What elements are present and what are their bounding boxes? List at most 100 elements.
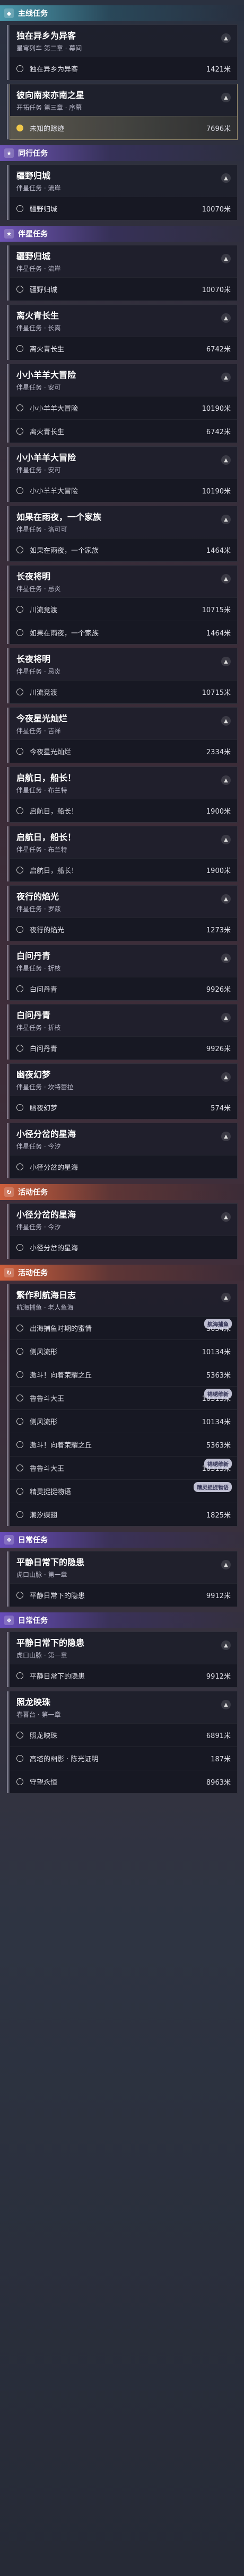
quest-card[interactable]: 小小羊羊大冒险 伴星任务 · 安可 ▲ 小小羊羊大冒险 10190米 离火青长生 6742米 [7,364,238,443]
track-circle-icon[interactable] [16,1592,23,1599]
chevron-up-icon[interactable]: ▲ [221,775,231,785]
quest-step-row[interactable]: 平静日常下的隐患 9912米 [10,1664,237,1687]
quest-card-header[interactable]: 如果在雨夜，一个家族 伴星任务 · 洛可可 ▲ [10,506,237,538]
quest-card[interactable]: 彼向南来亦南之星 开拓任务 第三章 · 序幕 ▲ 未知的踪迹 7696米 [7,84,238,140]
section-header[interactable]: ❖ 日常任务 [0,1532,244,1548]
track-circle-icon[interactable] [16,926,23,933]
quest-card[interactable]: 长夜将明 伴星任务 · 忌炎 ▲ 川流竞渡 10715米 如果在雨夜，一个家族 1464米 [7,565,238,645]
quest-card-header[interactable]: 幽夜幻梦 伴星任务 · 坎特蕾拉 ▲ [10,1064,237,1096]
quest-card-header[interactable]: 小小羊羊大冒险 伴星任务 · 安可 ▲ [10,447,237,479]
quest-card[interactable]: 幽夜幻梦 伴星任务 · 坎特蕾拉 ▲ 幽夜幻梦 574米 [7,1063,238,1119]
track-circle-icon[interactable] [16,807,23,814]
quest-card[interactable]: 长夜将明 伴星任务 · 忌炎 ▲ 川流竞渡 10715米 [7,648,238,704]
track-circle-icon[interactable] [16,748,23,755]
track-circle-icon[interactable] [16,65,23,72]
quest-card-header[interactable]: 离火青长生 伴星任务 · 长离 ▲ [10,305,237,337]
track-circle-icon[interactable] [16,1465,23,1471]
quest-step-row[interactable]: 出海捕鱼时期的蜜情 3054米 航海捕鱼 [10,1316,237,1339]
chevron-up-icon[interactable]: ▲ [221,373,231,382]
chevron-up-icon[interactable]: ▲ [221,313,231,323]
track-circle-icon[interactable] [16,1325,23,1331]
quest-card-header[interactable]: 疆野归城 伴星任务 · 流岸 ▲ [10,165,237,197]
quest-step-row[interactable]: 潮汐蝶翅 1825米 [10,1503,237,1526]
quest-step-row[interactable]: 侧风流形 10134米 [10,1409,237,1433]
track-circle-icon[interactable] [16,428,23,435]
quest-step-row[interactable]: 照龙映珠 6891米 [10,1723,237,1746]
quest-card[interactable]: 疆野归城 伴星任务 · 流岸 ▲ 疆野归城 10070米 [7,245,238,301]
track-circle-icon[interactable] [16,867,23,874]
quest-step-row[interactable]: 如果在雨夜，一个家族 1464米 [10,538,237,561]
quest-step-row[interactable]: 侧风流形 10134米 [10,1339,237,1363]
track-circle-icon[interactable] [16,345,23,352]
section-header[interactable]: ★ 伴星任务 [0,226,244,242]
chevron-up-icon[interactable]: ▲ [221,254,231,263]
track-circle-icon[interactable] [16,1441,23,1448]
quest-step-row[interactable]: 鲁鲁斗大王 10313米 锦绣维新 [10,1456,237,1479]
track-circle-icon[interactable] [16,606,23,613]
quest-card[interactable]: 启航日，船长！ 伴星任务 · 布兰特 ▲ 启航日，船长！ 1900米 [7,826,238,882]
track-circle-icon[interactable] [16,546,23,553]
task-list-panel[interactable]: ◆ 主线任务 独在异乡为异客 星穹列车 第二章 · 幕间 ▲ 独在异乡为异客 1421米 彼向… [0,0,244,2576]
section-header[interactable]: ↻ 活动任务 [0,1265,244,1281]
quest-step-row[interactable]: 小小羊羊大冒险 10190米 [10,396,237,419]
quest-card[interactable]: 白问丹青 伴星任务 · 折枝 ▲ 白问丹青 9926米 [7,1004,238,1060]
track-circle-icon[interactable] [16,1732,23,1739]
quest-card[interactable]: 小径分岔的星海 伴星任务 · 今汐 ▲ 小径分岔的星海 [7,1123,238,1179]
quest-step-row[interactable]: 川流竞渡 10715米 [10,680,237,703]
quest-step-row[interactable]: 小径分岔的星海 [10,1236,237,1259]
quest-card[interactable]: 启航日，船长！ 伴星任务 · 布兰特 ▲ 启航日，船长！ 1900米 [7,766,238,823]
quest-card-header[interactable]: 小小羊羊大冒险 伴星任务 · 安可 ▲ [10,364,237,396]
quest-card-header[interactable]: 夜行的焰光 伴星任务 · 罗兹 ▲ [10,886,237,918]
chevron-up-icon[interactable]: ▲ [221,1072,231,1082]
quest-card-header[interactable]: 白问丹青 伴星任务 · 折枝 ▲ [10,945,237,977]
quest-card-header[interactable]: 长夜将明 伴星任务 · 忌炎 ▲ [10,648,237,680]
chevron-up-icon[interactable]: ▲ [221,1560,231,1569]
track-circle-icon[interactable] [16,286,23,293]
chevron-up-icon[interactable]: ▲ [221,657,231,666]
quest-step-row[interactable]: 高塔的幽影 · 陈光证明 187米 [10,1746,237,1770]
quest-card-header[interactable]: 小径分岔的星海 伴星任务 · 今汐 ▲ [10,1204,237,1236]
track-circle-icon[interactable] [16,1244,23,1251]
quest-card[interactable]: 白问丹青 伴星任务 · 折枝 ▲ 白问丹青 9926米 [7,945,238,1001]
chevron-up-icon[interactable]: ▲ [221,173,231,183]
quest-step-row[interactable]: 川流竞渡 10715米 [10,597,237,621]
section-header[interactable]: ★ 同行任务 [0,145,244,161]
quest-card-header[interactable]: 彼向南来亦南之星 开拓任务 第三章 · 序幕 ▲ [10,84,237,116]
quest-card[interactable]: 如果在雨夜，一个家族 伴星任务 · 洛可可 ▲ 如果在雨夜，一个家族 1464米 [7,506,238,562]
quest-step-row[interactable]: 离火青长生 6742米 [10,337,237,360]
chevron-up-icon[interactable]: ▲ [221,33,231,43]
quest-card-header[interactable]: 疆野归城 伴星任务 · 流岸 ▲ [10,245,237,277]
quest-step-row[interactable]: 守望永恒 8963米 [10,1770,237,1793]
track-circle-icon[interactable] [16,1778,23,1785]
track-circle-icon[interactable] [16,985,23,992]
quest-card[interactable]: 繁作利航海日志 航海捕鱼 · 老人鱼海 ▲ 出海捕鱼时期的蜜情 3054米 航海捕鱼 侧风流… [7,1284,238,1527]
track-circle-icon[interactable] [16,1104,23,1111]
track-circle-icon[interactable] [16,125,23,131]
track-circle-icon[interactable] [16,205,23,212]
quest-card-header[interactable]: 独在异乡为异客 星穹列车 第二章 · 幕间 ▲ [10,25,237,57]
quest-step-row[interactable]: 今夜星光灿烂 2334米 [10,739,237,763]
quest-card[interactable]: 照龙映珠 春暮台 · 第一章 ▲ 照龙映珠 6891米 高塔的幽影 · 陈光证明 187米守… [7,1691,238,1794]
quest-step-row[interactable]: 白问丹青 9926米 [10,977,237,1000]
track-circle-icon[interactable] [16,629,23,636]
track-circle-icon[interactable] [16,1755,23,1762]
track-circle-icon[interactable] [16,1488,23,1495]
quest-step-row[interactable]: 夜行的焰光 1273米 [10,918,237,941]
section-header[interactable]: ❖ 日常任务 [0,1612,244,1628]
quest-card-header[interactable]: 启航日，船长！ 伴星任务 · 布兰特 ▲ [10,826,237,858]
track-circle-icon[interactable] [16,1371,23,1378]
chevron-up-icon[interactable]: ▲ [221,515,231,524]
quest-step-row[interactable]: 精灵捉捉物语 精灵捉捉物语 [10,1479,237,1503]
track-circle-icon[interactable] [16,404,23,411]
quest-step-row[interactable]: 离火青长生 6742米 [10,419,237,443]
quest-card-header[interactable]: 今夜星光灿烂 伴星任务 · 吉祥 ▲ [10,708,237,739]
track-circle-icon[interactable] [16,1163,23,1170]
quest-step-row[interactable]: 激斗！向着荣耀之丘 5363米 [10,1433,237,1456]
quest-step-row[interactable]: 小小羊羊大冒险 10190米 [10,479,237,502]
quest-step-row[interactable]: 如果在雨夜，一个家族 1464米 [10,621,237,644]
track-circle-icon[interactable] [16,1511,23,1518]
section-header[interactable]: ◆ 主线任务 [0,5,244,21]
quest-card-header[interactable]: 平静日常下的隐患 虎口山脉 · 第一章 ▲ [10,1632,237,1664]
quest-card[interactable]: 小小羊羊大冒险 伴星任务 · 安可 ▲ 小小羊羊大冒险 10190米 [7,446,238,502]
chevron-up-icon[interactable]: ▲ [221,1640,231,1650]
